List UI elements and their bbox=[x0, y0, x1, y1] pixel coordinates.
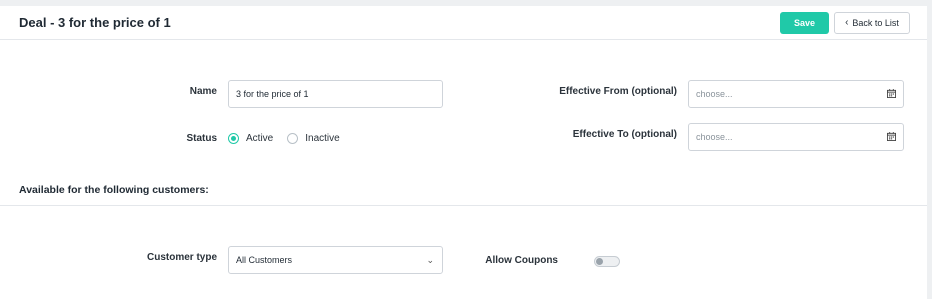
effective-to-label: Effective To (optional) bbox=[572, 129, 677, 140]
calendar-icon[interactable] bbox=[887, 89, 896, 98]
page-title: Deal - 3 for the price of 1 bbox=[19, 15, 171, 30]
save-button[interactable]: Save bbox=[780, 12, 829, 34]
status-active-label: Active bbox=[246, 133, 274, 144]
effective-from-input[interactable]: choose... bbox=[688, 80, 904, 108]
status-label: Status bbox=[186, 133, 217, 144]
page-header: Deal - 3 for the price of 1 Save ‹ Back … bbox=[0, 6, 927, 40]
status-inactive-radio[interactable] bbox=[287, 133, 299, 144]
status-active-radio[interactable] bbox=[228, 133, 239, 144]
effective-from-label: Effective From (optional) bbox=[559, 86, 677, 97]
section-divider bbox=[0, 205, 927, 206]
back-to-list-label: Back to List bbox=[852, 18, 899, 28]
toggle-knob bbox=[596, 258, 603, 265]
customers-section-title: Available for the following customers: bbox=[19, 184, 209, 196]
back-to-list-button[interactable]: ‹ Back to List bbox=[834, 12, 910, 34]
allow-coupons-label: Allow Coupons bbox=[485, 255, 558, 266]
status-radio-group: Active Inactive bbox=[228, 133, 354, 144]
deal-form-card: Deal - 3 for the price of 1 Save ‹ Back … bbox=[0, 6, 927, 299]
customer-type-value: All Customers bbox=[236, 255, 293, 265]
effective-to-placeholder: choose... bbox=[696, 132, 733, 142]
status-inactive-label: Inactive bbox=[305, 133, 340, 144]
customer-type-select[interactable]: All Customers ⌄ bbox=[228, 246, 443, 274]
calendar-icon[interactable] bbox=[887, 132, 896, 141]
effective-to-input[interactable]: choose... bbox=[688, 123, 904, 151]
name-label: Name bbox=[189, 86, 217, 97]
chevron-left-icon: ‹ bbox=[845, 17, 849, 28]
name-input[interactable]: 3 for the price of 1 bbox=[228, 80, 443, 108]
allow-coupons-toggle[interactable] bbox=[594, 256, 620, 267]
effective-from-placeholder: choose... bbox=[696, 89, 733, 99]
chevron-down-icon: ⌄ bbox=[426, 255, 434, 265]
customer-type-label: Customer type bbox=[146, 252, 217, 263]
